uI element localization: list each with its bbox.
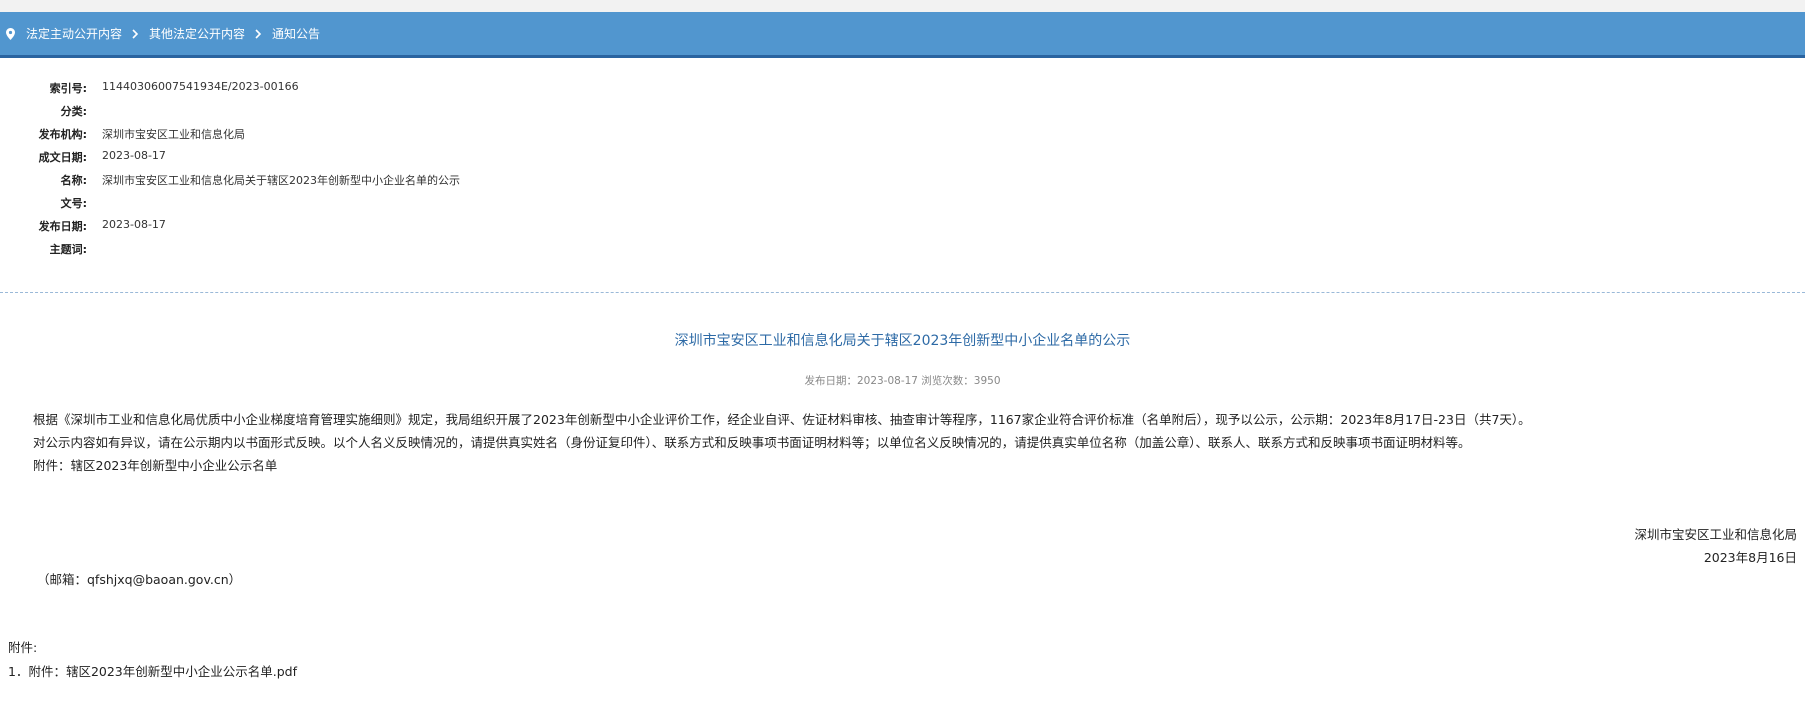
meta-label: 文号: [60, 197, 87, 210]
signature-org: 深圳市宝安区工业和信息化局 [1634, 527, 1797, 542]
body-paragraph: 附件：辖区2023年创新型中小企业公示名单 [33, 458, 278, 473]
breadcrumb: 法定主动公开内容 其他法定公开内容 通知公告 [0, 12, 1805, 58]
meta-label: 索引号: [49, 82, 87, 95]
meta-label: 发布机构: [38, 128, 87, 141]
meta-value: 11440306007541934E/2023-00166 [102, 80, 299, 93]
meta-label: 主题词: [49, 243, 87, 256]
meta-label: 名称: [60, 174, 87, 187]
meta-label: 发布日期: [38, 220, 87, 233]
meta-label: 分类: [60, 105, 87, 118]
signature-block: 深圳市宝安区工业和信息化局 2023年8月16日 [1634, 523, 1797, 569]
chevron-right-icon [255, 28, 262, 39]
signature-date: 2023年8月16日 [1703, 550, 1797, 565]
article-body: 根据《深圳市工业和信息化局优质中小企业梯度培育管理实施细则》规定，我局组织开展了… [33, 408, 1531, 477]
meta-value: 2023-08-17 [102, 149, 166, 162]
body-paragraph: 根据《深圳市工业和信息化局优质中小企业梯度培育管理实施细则》规定，我局组织开展了… [33, 412, 1531, 427]
attachment-link[interactable]: 1．附件：辖区2023年创新型中小企业公示名单.pdf [8, 661, 297, 680]
article-info: 发布日期：2023-08-17 浏览次数：3950 [804, 375, 1001, 387]
attachments-heading: 附件: [8, 640, 38, 655]
meta-label: 成文日期: [38, 151, 87, 164]
chevron-right-icon [132, 28, 139, 39]
contact-email: （邮箱：qfshjxq@baoan.gov.cn） [37, 572, 242, 587]
breadcrumb-link-statutory-content[interactable]: 法定主动公开内容 [26, 25, 122, 42]
location-pin-icon [6, 27, 18, 41]
top-strip [0, 0, 1805, 12]
section-divider [0, 292, 1805, 293]
meta-value: 深圳市宝安区工业和信息化局 [102, 128, 245, 141]
body-paragraph: 对公示内容如有异议，请在公示期内以书面形式反映。以个人名义反映情况的，请提供真实… [33, 435, 1471, 450]
meta-value: 深圳市宝安区工业和信息化局关于辖区2023年创新型中小企业名单的公示 [102, 174, 460, 187]
breadcrumb-link-notices[interactable]: 通知公告 [272, 25, 320, 42]
article-title: 深圳市宝安区工业和信息化局关于辖区2023年创新型中小企业名单的公示 [674, 333, 1131, 349]
meta-value: 2023-08-17 [102, 218, 166, 231]
breadcrumb-link-other-statutory[interactable]: 其他法定公开内容 [149, 25, 245, 42]
